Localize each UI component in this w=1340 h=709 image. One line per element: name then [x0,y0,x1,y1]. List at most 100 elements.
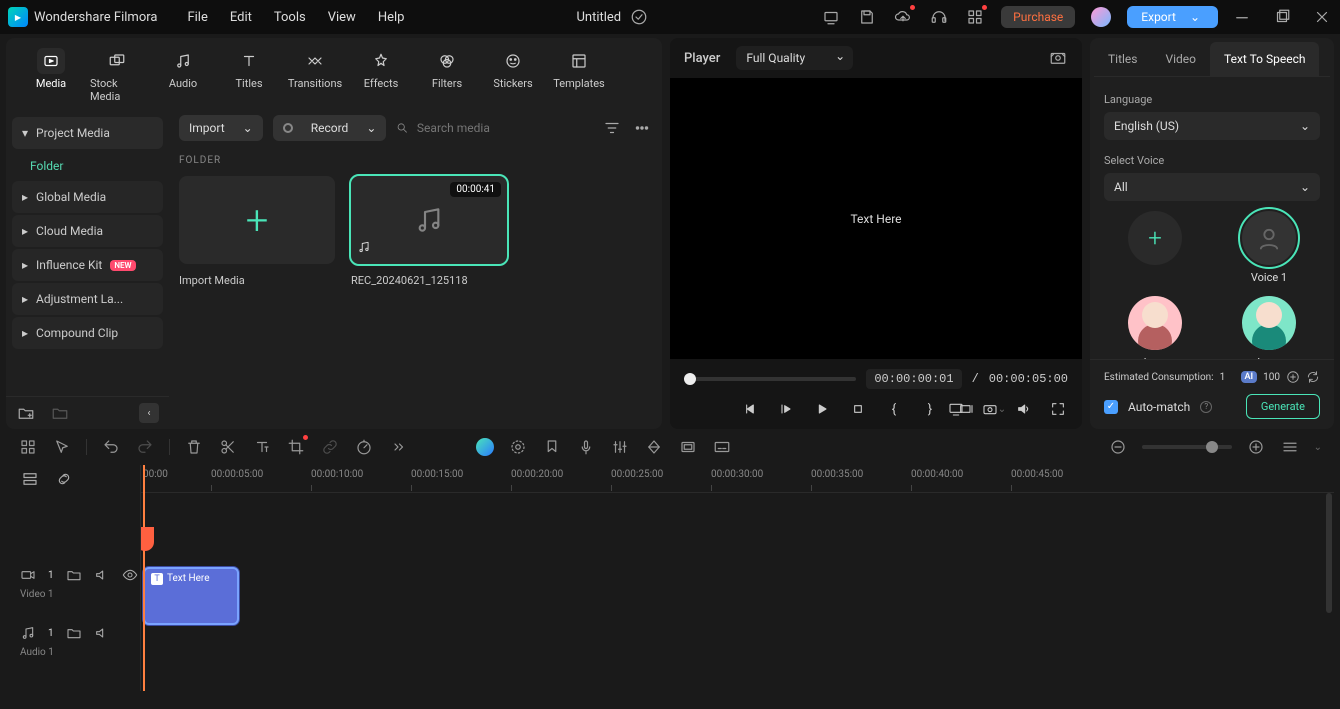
stop-icon[interactable] [848,399,868,419]
sidebar-item-project-media[interactable]: ▾Project Media [12,117,163,149]
sidebar-item-influence-kit[interactable]: ▸Influence KitNEW [12,249,163,281]
sidebar-item-folder[interactable]: Folder [12,151,163,181]
search-input[interactable] [417,121,592,135]
new-folder-icon[interactable] [16,403,36,423]
voiceover-icon[interactable] [576,437,596,457]
refresh-icon[interactable] [1306,370,1320,384]
tab-video-right[interactable]: Video [1151,42,1210,76]
preview-viewport[interactable]: Text Here [670,78,1082,359]
crop-icon[interactable] [286,437,306,457]
sidebar-item-cloud-media[interactable]: ▸Cloud Media [12,215,163,247]
zoom-in-icon[interactable] [1246,437,1266,457]
new-bin-icon[interactable] [50,403,70,423]
grid-tool-icon[interactable] [18,437,38,457]
zoom-out-icon[interactable] [1108,437,1128,457]
delete-icon[interactable] [184,437,204,457]
mute-icon[interactable] [94,625,110,641]
select-tool-icon[interactable] [52,437,72,457]
volume-icon[interactable] [1014,399,1034,419]
color-icon[interactable] [508,437,528,457]
tab-titles-right[interactable]: Titles [1094,42,1151,76]
menu-edit[interactable]: Edit [230,10,252,25]
redo-icon[interactable] [135,437,155,457]
marker-icon[interactable] [542,437,562,457]
play-range-icon[interactable] [776,399,796,419]
timeline-scrollbar-vertical[interactable] [1326,493,1332,613]
tab-transitions[interactable]: Transitions [284,44,346,107]
progress-handle[interactable] [684,373,696,385]
camera-icon[interactable] [980,399,1000,419]
add-credits-icon[interactable] [1286,370,1300,384]
keyframe-icon[interactable] [644,437,664,457]
timeline-ruler[interactable]: 00:00 00:00:05:00 00:00:10:00 00:00:15:0… [141,465,1334,493]
help-icon[interactable]: ? [1200,401,1212,413]
menu-view[interactable]: View [328,10,356,25]
mute-icon[interactable] [94,567,110,583]
folder-icon[interactable] [66,567,82,583]
sidebar-item-adjustment-layer[interactable]: ▸Adjustment La... [12,283,163,315]
voice-filter-select[interactable]: All⌄ [1104,173,1320,201]
record-dropdown[interactable]: Record⌄ [273,115,387,141]
mark-out-icon[interactable]: } [920,399,940,419]
chevron-down-icon[interactable]: ⌄ [1314,442,1322,453]
prev-frame-icon[interactable] [740,399,760,419]
tab-text-to-speech[interactable]: Text To Speech [1210,42,1319,76]
tab-titles[interactable]: Titles [218,44,280,107]
voice-item-jenny[interactable]: Jenny [1104,296,1206,359]
progress-bar[interactable] [684,377,856,381]
menu-tools[interactable]: Tools [274,10,306,25]
tracks-view-icon[interactable] [1280,437,1300,457]
track-row-video1[interactable]: T Text Here [141,561,1334,619]
track-row-audio1[interactable] [141,629,1334,687]
voice-add[interactable]: + [1104,211,1206,284]
tab-effects[interactable]: Effects [350,44,412,107]
split-icon[interactable] [218,437,238,457]
media-clip-card[interactable]: 00:00:41 REC_20240621_125118 [351,176,507,287]
ai-tools-icon[interactable] [476,438,494,456]
minimize-icon[interactable] [1232,7,1252,27]
sidebar-item-global-media[interactable]: ▸Global Media [12,181,163,213]
menu-help[interactable]: Help [378,10,405,25]
maximize-icon[interactable] [1272,7,1292,27]
more-icon[interactable] [632,118,652,138]
expand-tools-icon[interactable] [388,437,408,457]
voice-item-jason[interactable]: Jason [1218,296,1320,359]
tab-audio[interactable]: Audio [152,44,214,107]
menu-file[interactable]: File [187,10,207,25]
import-dropdown[interactable]: Import⌄ [179,115,263,141]
generate-button[interactable]: Generate [1246,394,1320,419]
search-media[interactable] [396,121,592,135]
tab-stock-media[interactable]: Stock Media [86,44,148,107]
headphones-icon[interactable] [929,7,949,27]
tab-stickers[interactable]: Stickers [482,44,544,107]
play-icon[interactable] [812,399,832,419]
import-media-card[interactable]: + Import Media [179,176,335,287]
text-tool-icon[interactable] [252,437,272,457]
cloud-sync-icon[interactable] [629,7,649,27]
playhead[interactable] [143,465,145,691]
mark-in-icon[interactable]: { [884,399,904,419]
tab-media[interactable]: Media [20,44,82,107]
track-link-icon[interactable] [54,469,74,489]
audio-mixer-icon[interactable] [610,437,630,457]
language-select[interactable]: English (US)⌄ [1104,112,1320,140]
sidebar-item-compound-clip[interactable]: ▸Compound Clip [12,317,163,349]
cloud-upload-icon[interactable] [893,7,913,27]
zoom-slider[interactable] [1142,445,1232,449]
render-icon[interactable] [678,437,698,457]
fullscreen-icon[interactable] [1048,399,1068,419]
close-icon[interactable] [1312,7,1332,27]
quality-dropdown[interactable]: Full Quality [736,46,853,70]
device-icon[interactable] [821,7,841,27]
undo-icon[interactable] [101,437,121,457]
tab-templates[interactable]: Templates [548,44,610,107]
timeline-clip-text[interactable]: T Text Here [143,567,239,625]
zoom-handle[interactable] [1206,441,1218,453]
filter-icon[interactable] [602,118,622,138]
folder-icon[interactable] [66,625,82,641]
speed-icon[interactable] [354,437,374,457]
purchase-button[interactable]: Purchase [1001,6,1075,28]
voice-item-voice1[interactable]: Voice 1 [1218,211,1320,284]
visibility-icon[interactable] [122,567,138,583]
link-icon[interactable] [320,437,340,457]
